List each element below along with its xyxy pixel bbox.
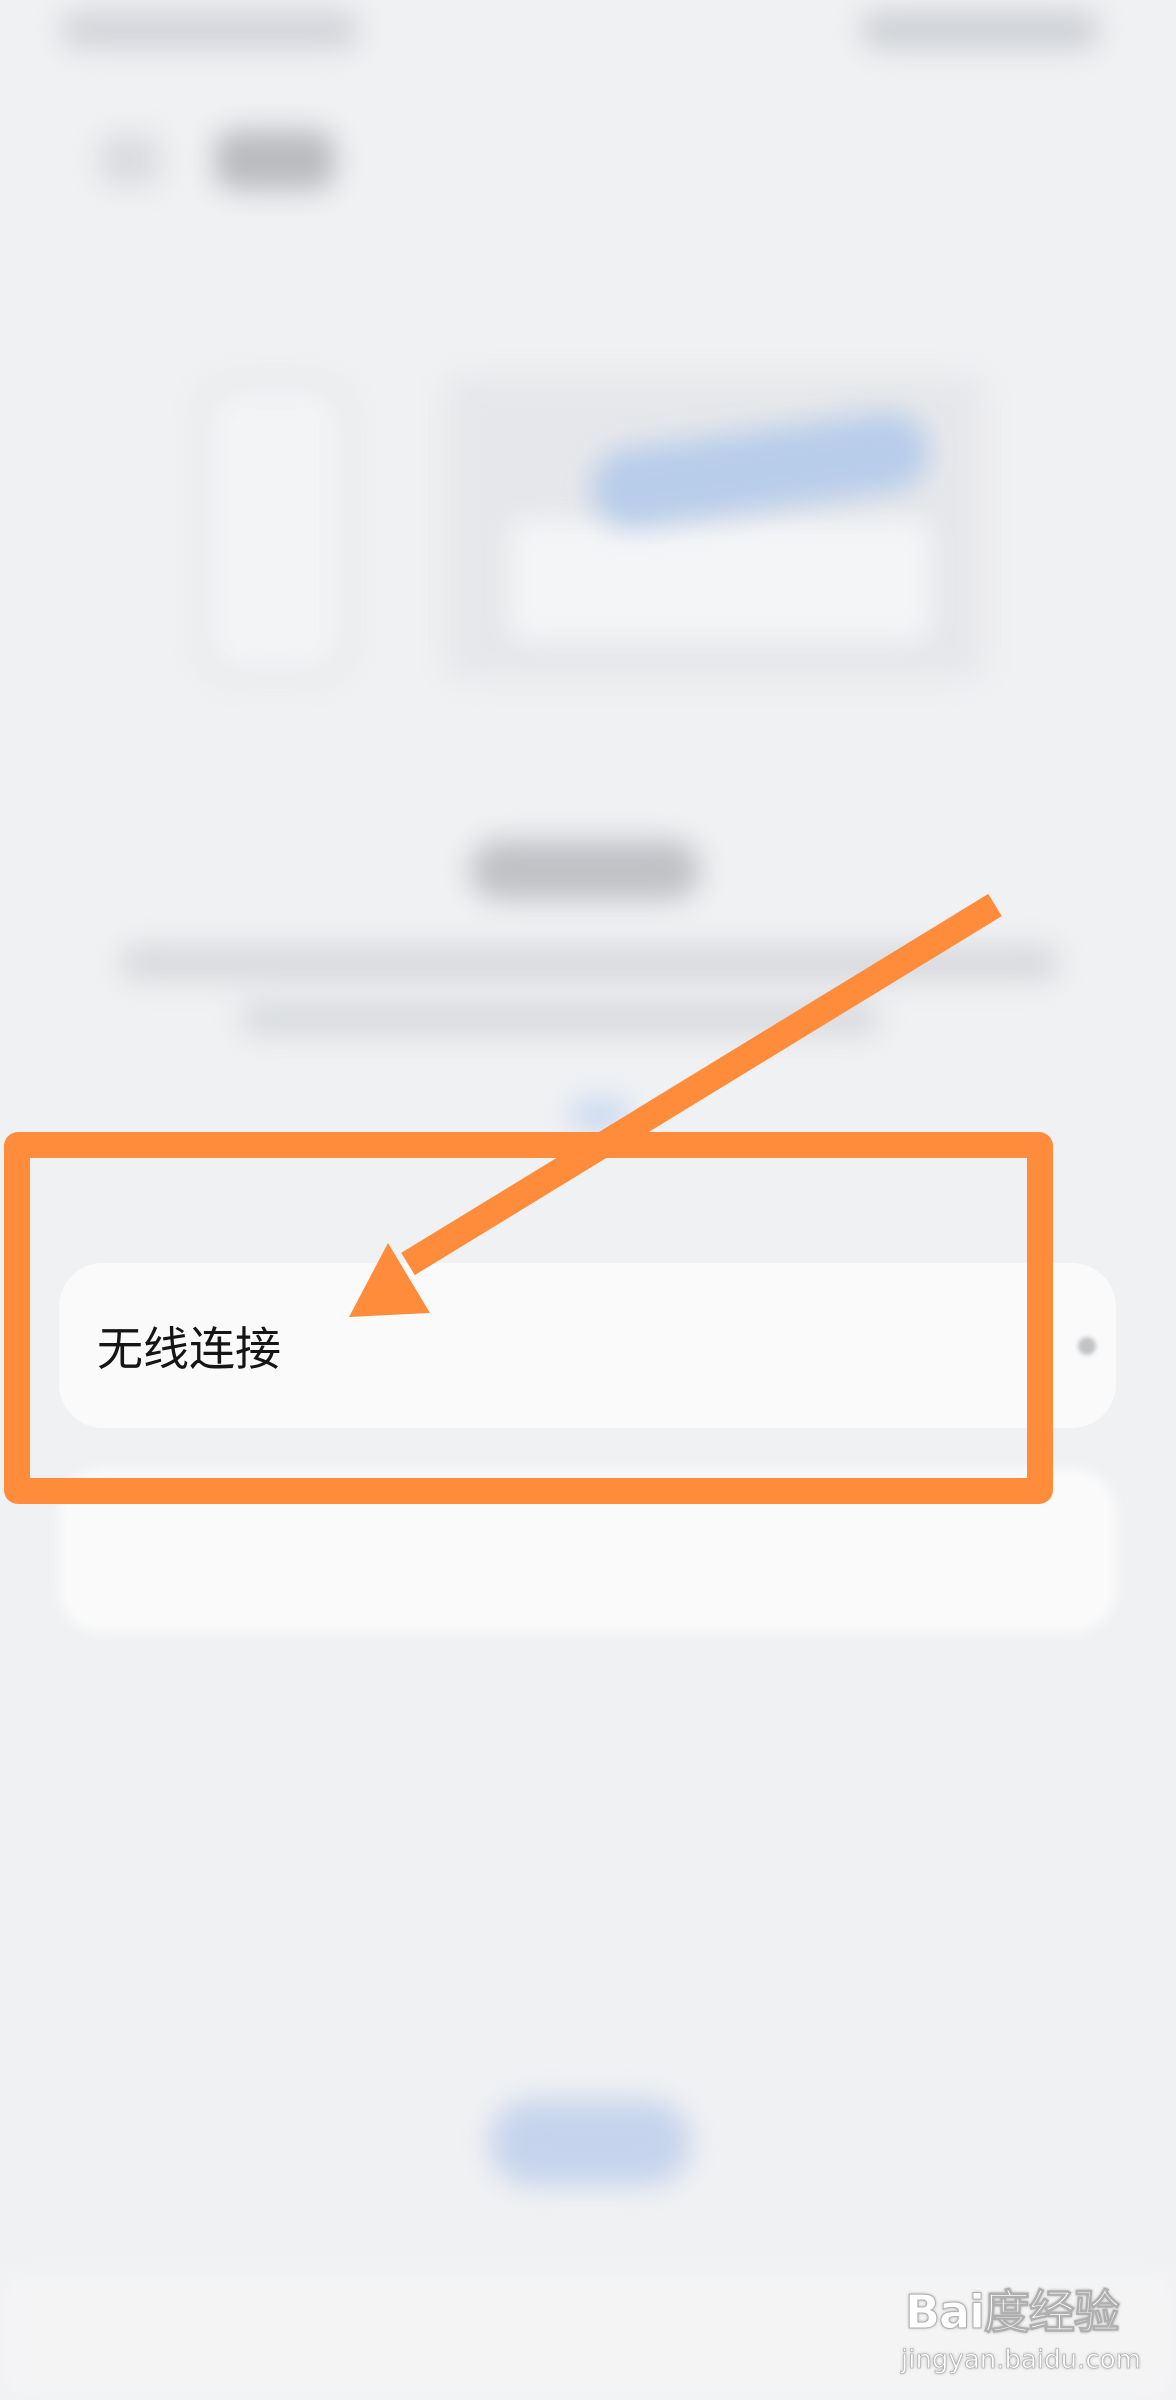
baidu-jingyan-watermark: Bai度经验 jingyan.baidu.com [895,2270,1165,2390]
description-line-1-blurred [120,945,1060,981]
chevron-right-icon [1078,1336,1096,1355]
section-heading-blurred [470,840,700,900]
watermark-brand: Bai度经验 [905,2285,1121,2340]
status-bar-right-blurred [860,10,1100,50]
bottom-action-button-blurred[interactable] [490,2100,690,2185]
phone-screen: 无线连接 Bai度经验 jingyan.baidu.com [0,0,1176,2400]
phone-illustration [200,380,350,680]
back-icon[interactable] [100,135,160,185]
link-blurred[interactable] [570,1100,630,1130]
watermark-url: jingyan.baidu.com [901,2345,1142,2376]
page-title-blurred [215,130,335,190]
annotation-highlight-box [4,1132,1053,1504]
description-line-2-blurred [240,1000,880,1036]
screen-illustration-inner [510,520,930,640]
status-bar-left-blurred [60,10,360,50]
